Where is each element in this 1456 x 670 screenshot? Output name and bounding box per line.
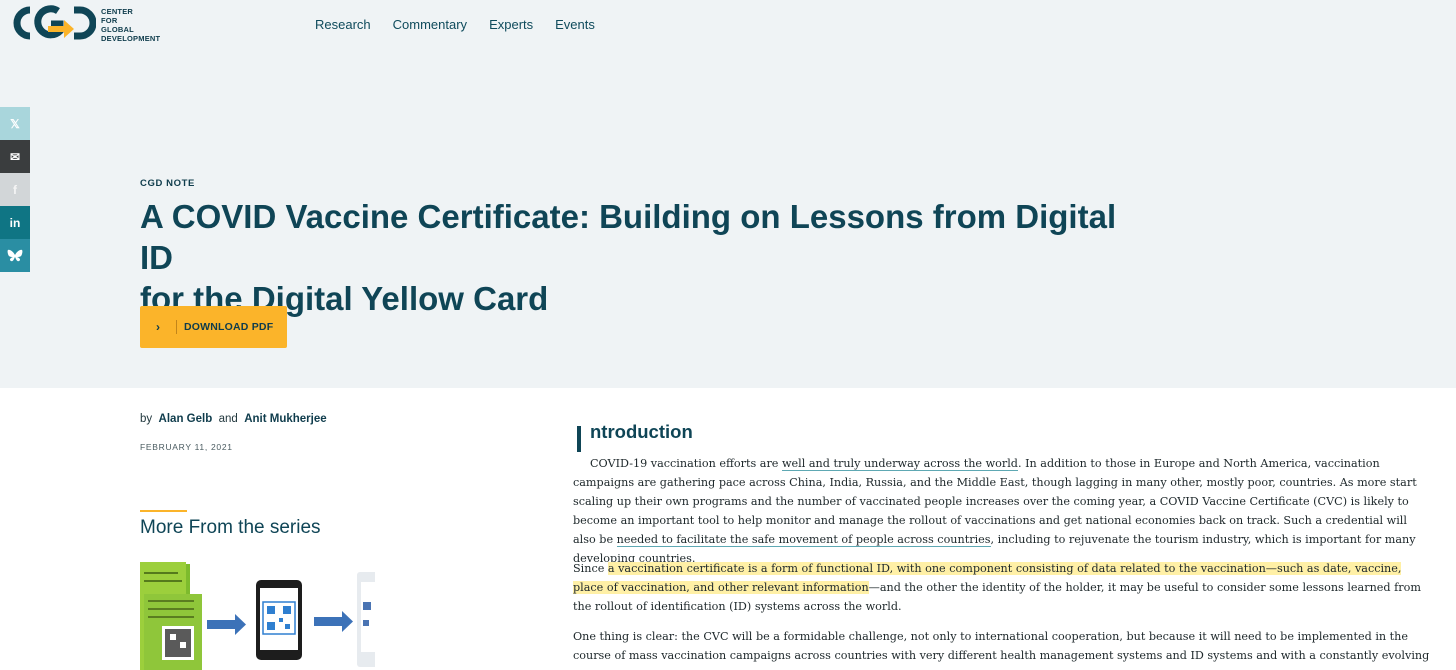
paragraph-1: COVID-19 vaccination efforts are well an…	[573, 457, 1417, 565]
section-heading: ntroduction	[590, 421, 693, 442]
author-link-1[interactable]: Alan Gelb	[159, 413, 213, 425]
content-type-label: CGD NOTE	[140, 178, 195, 189]
cgd-logo-mark-icon	[13, 5, 96, 40]
series-thumbnail[interactable]	[140, 560, 375, 670]
dropcap-i	[577, 426, 581, 452]
publish-date: FEBRUARY 11, 2021	[140, 442, 233, 452]
x-icon[interactable]: 𝕏	[0, 107, 30, 140]
nav-experts[interactable]: Experts	[489, 17, 533, 32]
bluesky-butterfly-icon	[7, 249, 23, 261]
cgd-logo[interactable]: CENTER FOR GLOBAL DEVELOPMENT	[8, 4, 168, 44]
link-underway[interactable]: well and truly underway across the world	[781, 457, 1018, 471]
hero-section: CGD NOTE A COVID Vaccine Certificate: Bu…	[0, 50, 1456, 388]
nav-events[interactable]: Events	[555, 17, 595, 32]
nav-research[interactable]: Research	[315, 17, 371, 32]
site-header: CENTER FOR GLOBAL DEVELOPMENT Research C…	[0, 0, 1456, 50]
button-divider	[176, 320, 177, 334]
byline: by Alan Gelb and Anit Mukherjee	[140, 413, 327, 425]
series-heading: More From the series	[140, 517, 321, 538]
link-safe-movement[interactable]: needed to facilitate the safe movement o…	[616, 533, 991, 547]
bluesky-icon[interactable]	[0, 239, 30, 272]
download-pdf-button[interactable]: › DOWNLOAD PDF	[140, 306, 287, 348]
download-pdf-label: DOWNLOAD PDF	[184, 321, 274, 333]
facebook-icon[interactable]: f	[0, 173, 30, 206]
chevron-right-icon: ›	[156, 320, 160, 334]
email-icon[interactable]: ✉	[0, 140, 30, 173]
nav-commentary[interactable]: Commentary	[393, 17, 467, 32]
main-nav: Research Commentary Experts Events	[315, 17, 617, 32]
author-link-2[interactable]: Anit Mukherjee	[244, 413, 326, 425]
logo-wordmark: CENTER FOR GLOBAL DEVELOPMENT	[101, 7, 161, 43]
series-accent-rule	[140, 510, 187, 512]
share-sidebar: 𝕏 ✉ f in	[0, 107, 30, 272]
paragraph-2: Since a vaccination certificate is a for…	[573, 562, 1421, 613]
paragraph-3: One thing is clear: the CVC will be a fo…	[573, 630, 1430, 670]
page-title: A COVID Vaccine Certificate: Building on…	[140, 198, 1117, 317]
linkedin-icon[interactable]: in	[0, 206, 30, 239]
vaccine-certificate-illustration	[140, 560, 375, 670]
